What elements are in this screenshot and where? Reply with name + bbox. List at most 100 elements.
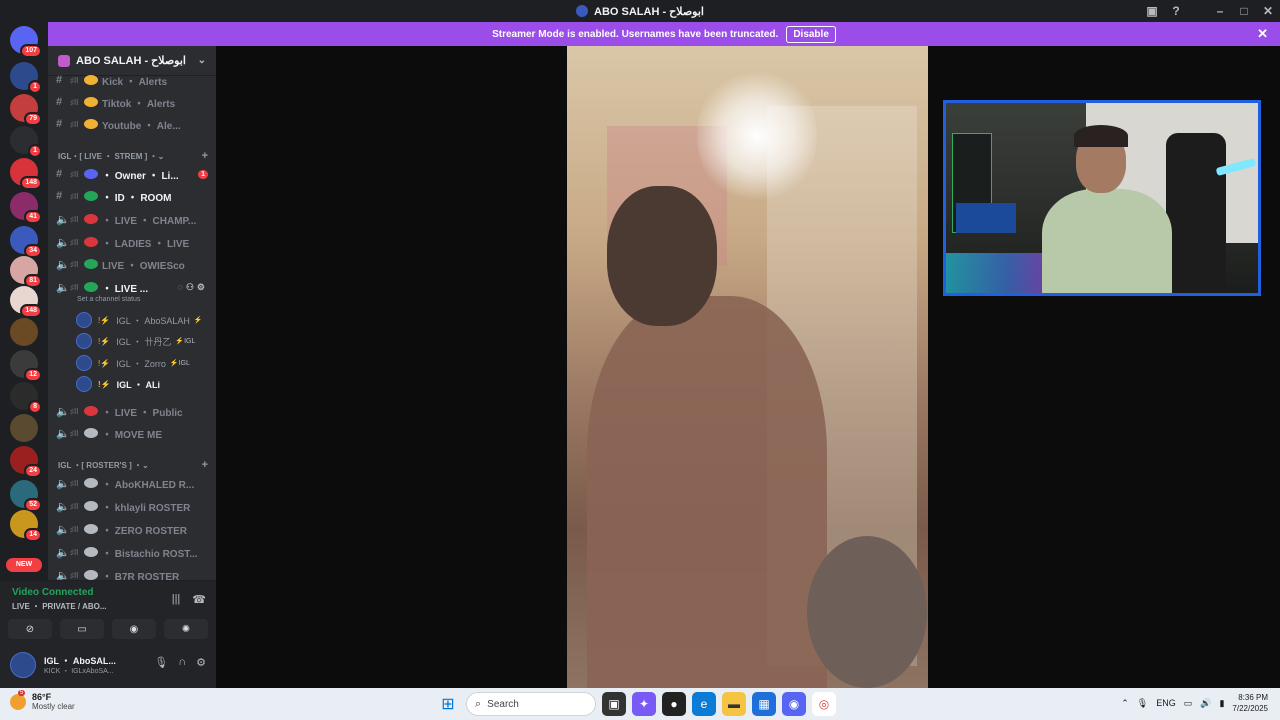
close-window-button[interactable]: ✕ xyxy=(1256,0,1280,22)
channel-item[interactable]: 🔈 ♯ll ・ LIVE ・ CHAMP... xyxy=(56,209,208,229)
voice-user[interactable]: !⚡ IGL ・ 卄丹乙 ⚡IGL xyxy=(76,332,206,350)
camera-off-button[interactable]: ⊘ xyxy=(8,619,52,639)
network-icon[interactable]: ▭ xyxy=(1184,698,1193,709)
voice-channel-current[interactable]: 🔈 ♯ll ・ LIVE ... ◌⚇⚙ xyxy=(56,277,208,297)
chevron-down-icon[interactable]: ⌄ xyxy=(198,55,206,66)
channel-prefix-icon: ♯ll xyxy=(70,282,79,292)
user-tag: ⚡ xyxy=(193,317,203,324)
search-box[interactable]: ⌕ Search xyxy=(466,692,596,716)
category-live[interactable]: IGL・[ LIVE ・ STREM ] ・ ⌄ + xyxy=(58,150,208,162)
category-roster[interactable]: IGL ・[ ROSTER'S ] ・ ⌄ + xyxy=(58,459,208,471)
settings-gear-icon[interactable]: ⚙ xyxy=(196,656,206,669)
server-icon[interactable]: 14 xyxy=(10,510,42,542)
soundboard-button[interactable]: ✺ xyxy=(164,619,208,639)
channel-item[interactable]: # ♯ll Youtube ・ Ale... xyxy=(56,114,208,134)
channel-status-input[interactable]: Set a channel status xyxy=(77,296,140,303)
server-icon[interactable]: 12 xyxy=(10,350,42,382)
voice-status[interactable]: Video Connected xyxy=(12,587,94,598)
server-icon[interactable] xyxy=(10,414,38,442)
server-icon[interactable]: 1 xyxy=(10,126,42,158)
avatar[interactable] xyxy=(10,652,36,678)
channel-item[interactable]: 🔈 ♯ll ・ AboKHALED R... xyxy=(56,473,208,493)
hashtag-icon: # xyxy=(56,96,63,108)
voice-user[interactable]: !⚡ IGL ・ AboSALAH ⚡ xyxy=(76,311,206,329)
server-icon[interactable]: 52 xyxy=(10,480,42,512)
channel-actions-icons[interactable]: ◌⚇⚙ xyxy=(178,282,209,293)
channel-item[interactable]: 🔈 ♯ll ・ LIVE ・ Public xyxy=(56,401,208,421)
user-status: KICK ・ IGLxAboSA... xyxy=(44,668,114,675)
main-video-stream[interactable] xyxy=(567,46,928,688)
server-icon[interactable]: 34 xyxy=(10,226,42,258)
server-icon[interactable]: 148 xyxy=(10,158,42,190)
volume-icon[interactable]: 🔊 xyxy=(1200,698,1211,709)
microphone-icon[interactable]: 🎙 xyxy=(154,656,168,669)
channel-item[interactable]: # ♯ll Kick ・ Alerts xyxy=(56,70,208,90)
avatar xyxy=(76,333,92,349)
screen-share-button[interactable]: ▭ xyxy=(60,619,104,639)
server-icon[interactable] xyxy=(10,318,38,346)
edge-icon[interactable]: e xyxy=(692,692,716,716)
channel-item[interactable]: 🔈 ♯ll ・ ZERO ROSTER xyxy=(56,519,208,539)
server-icon[interactable]: 79 xyxy=(10,94,42,126)
lightning-icon: !⚡ xyxy=(98,358,111,368)
server-icon[interactable]: 41 xyxy=(10,192,42,224)
channel-label: ・ AboKHALED R... xyxy=(102,479,195,491)
channel-item[interactable]: 🔈 ♯ll LIVE ・ OWIESco xyxy=(56,254,208,274)
copilot-icon[interactable]: ✦ xyxy=(632,692,656,716)
task-view-icon[interactable]: ▣ xyxy=(602,692,626,716)
headphones-icon[interactable]: ∩ xyxy=(178,656,186,669)
voice-user[interactable]: !⚡ IGL ・ ALi xyxy=(76,375,206,393)
activity-button[interactable]: ◉ xyxy=(112,619,156,639)
microphone-tray-icon[interactable]: 🎙 xyxy=(1137,698,1148,709)
channel-item[interactable]: 🔈 ♯ll ・ Bistachio ROST... xyxy=(56,542,208,562)
close-icon[interactable]: ✕ xyxy=(1257,26,1268,42)
inbox-icon[interactable]: ▣ xyxy=(1140,0,1164,22)
language-indicator[interactable]: ENG xyxy=(1156,698,1176,708)
discord-icon[interactable]: ◉ xyxy=(782,692,806,716)
server-icon[interactable]: 8 xyxy=(10,382,42,414)
webcam-overlay[interactable] xyxy=(943,100,1261,296)
battery-icon[interactable]: ▮ xyxy=(1219,698,1224,709)
store-icon[interactable]: ▦ xyxy=(752,692,776,716)
add-channel-icon[interactable]: + xyxy=(202,459,208,471)
github-icon[interactable]: ● xyxy=(662,692,686,716)
channel-item[interactable]: # ♯ll Tiktok ・ Alerts xyxy=(56,92,208,112)
channel-item[interactable]: # ♯ll ・ ID ・ ROOM xyxy=(56,186,208,206)
chevron-up-icon[interactable]: ⌃ xyxy=(1121,698,1129,709)
speaker-icon: 🔈 xyxy=(56,258,70,271)
noise-suppression-icon[interactable]: ||| xyxy=(172,593,181,606)
server-icon[interactable]: 1 xyxy=(10,62,42,94)
start-button[interactable]: ⊞ xyxy=(436,692,460,716)
voice-channel-name[interactable]: LIVE ・ PRIVATE / ABO... xyxy=(12,601,107,612)
channel-item[interactable]: 🔈 ♯ll ・ MOVE ME xyxy=(56,423,208,443)
disable-button[interactable]: Disable xyxy=(786,25,836,43)
channel-emoji-icon xyxy=(84,547,98,557)
channel-item[interactable]: 🔈 ♯ll ・ B7R ROSTER xyxy=(56,565,208,580)
chrome-icon[interactable]: ◎ xyxy=(812,692,836,716)
channel-emoji-icon xyxy=(84,406,98,416)
help-icon[interactable]: ? xyxy=(1164,0,1188,22)
new-badge[interactable]: NEW xyxy=(6,558,42,572)
channel-label: ・ Bistachio ROST... xyxy=(102,548,198,560)
category-label: IGL・[ LIVE ・ STREM ] ・ xyxy=(58,151,158,161)
maximize-button[interactable]: □ xyxy=(1232,0,1256,22)
voice-user[interactable]: !⚡ IGL ・ Zorro ⚡IGL xyxy=(76,354,206,372)
channel-item[interactable]: 🔈 ♯ll ・ khlayli ROSTER xyxy=(56,496,208,516)
channel-emoji-icon xyxy=(84,478,98,488)
minimize-button[interactable]: – xyxy=(1208,0,1232,22)
server-icon[interactable]: 24 xyxy=(10,446,42,478)
weather-widget[interactable]: 5 86°F Mostly clear xyxy=(10,689,75,711)
category-label: IGL ・[ ROSTER'S ] ・ xyxy=(58,460,142,470)
add-channel-icon[interactable]: + xyxy=(202,150,208,162)
clock[interactable]: 8:36 PM 7/22/2025 xyxy=(1232,692,1268,714)
channel-item[interactable]: 🔈 ♯ll ・ LADIES ・ LIVE xyxy=(56,232,208,252)
server-icon[interactable]: 107 xyxy=(10,26,42,58)
server-icon[interactable]: 148 xyxy=(10,286,42,318)
server-icon[interactable]: 81 xyxy=(10,256,42,288)
channel-prefix-icon: ♯ll xyxy=(70,547,79,557)
disconnect-icon[interactable]: ☎ xyxy=(192,593,206,606)
file-explorer-icon[interactable]: ▬ xyxy=(722,692,746,716)
speaker-icon: 🔈 xyxy=(56,523,70,536)
channel-label: ・ ZERO ROSTER xyxy=(102,525,188,537)
channel-item[interactable]: # ♯ll ・ Owner ・ Li... 1 xyxy=(56,164,208,184)
